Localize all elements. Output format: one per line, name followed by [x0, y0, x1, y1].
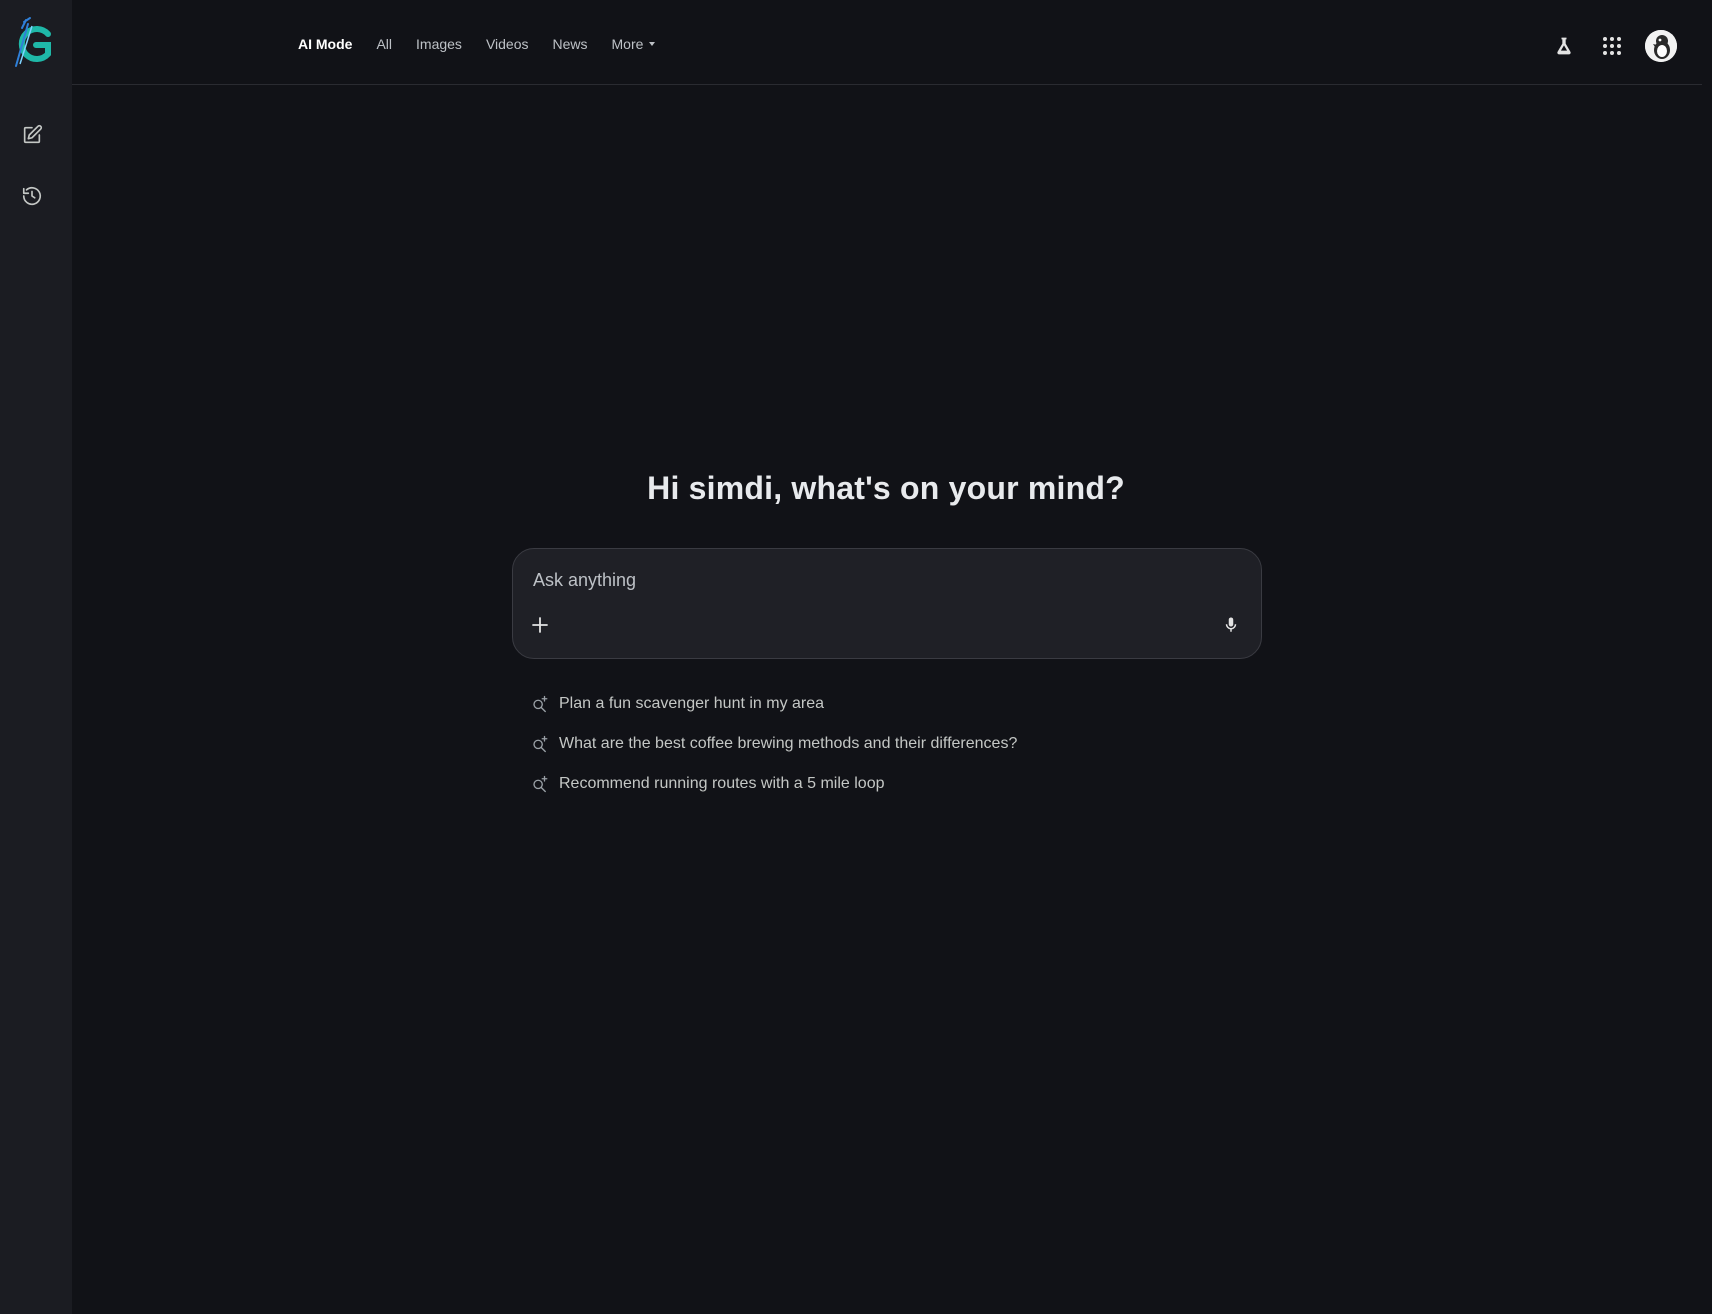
add-attachment-button[interactable] [527, 612, 553, 638]
tab-all[interactable]: All [376, 36, 392, 52]
suggestion-text: Plan a fun scavenger hunt in my area [559, 695, 825, 712]
logo-icon[interactable] [12, 16, 54, 68]
tab-videos[interactable]: Videos [486, 36, 529, 52]
apps-grid-icon[interactable] [1596, 30, 1628, 62]
sparkle-search-icon [531, 735, 549, 753]
new-chat-icon[interactable] [14, 117, 50, 153]
tab-more-label: More [611, 36, 644, 52]
tab-ai-mode[interactable]: AI Mode [298, 36, 352, 52]
suggestion-item[interactable]: Recommend running routes with a 5 mile l… [531, 764, 1017, 804]
caret-down-icon [649, 42, 656, 46]
prompt-box [512, 548, 1262, 659]
greeting-heading: Hi simdi, what's on your mind? [647, 470, 1125, 506]
microphone-icon[interactable] [1218, 612, 1244, 638]
suggestion-text: Recommend running routes with a 5 mile l… [559, 775, 885, 792]
suggestion-list: Plan a fun scavenger hunt in my area Wha… [531, 684, 1017, 804]
suggestion-item[interactable]: What are the best coffee brewing methods… [531, 724, 1017, 764]
sparkle-search-icon [531, 775, 549, 793]
labs-flask-icon[interactable] [1548, 30, 1580, 62]
search-mode-tabs: AI Mode All Images Videos News More [298, 36, 679, 52]
tab-news[interactable]: News [553, 36, 588, 52]
tab-images[interactable]: Images [416, 36, 462, 52]
top-header: AI Mode All Images Videos News More [72, 0, 1702, 85]
history-icon[interactable] [14, 178, 50, 214]
sparkle-search-icon [531, 695, 549, 713]
ask-anything-input[interactable] [531, 567, 1231, 593]
tab-more[interactable]: More [612, 36, 656, 52]
account-avatar[interactable] [1645, 30, 1677, 62]
sidebar [0, 0, 72, 1314]
suggestion-item[interactable]: Plan a fun scavenger hunt in my area [531, 684, 1017, 724]
suggestion-text: What are the best coffee brewing methods… [559, 735, 1018, 752]
